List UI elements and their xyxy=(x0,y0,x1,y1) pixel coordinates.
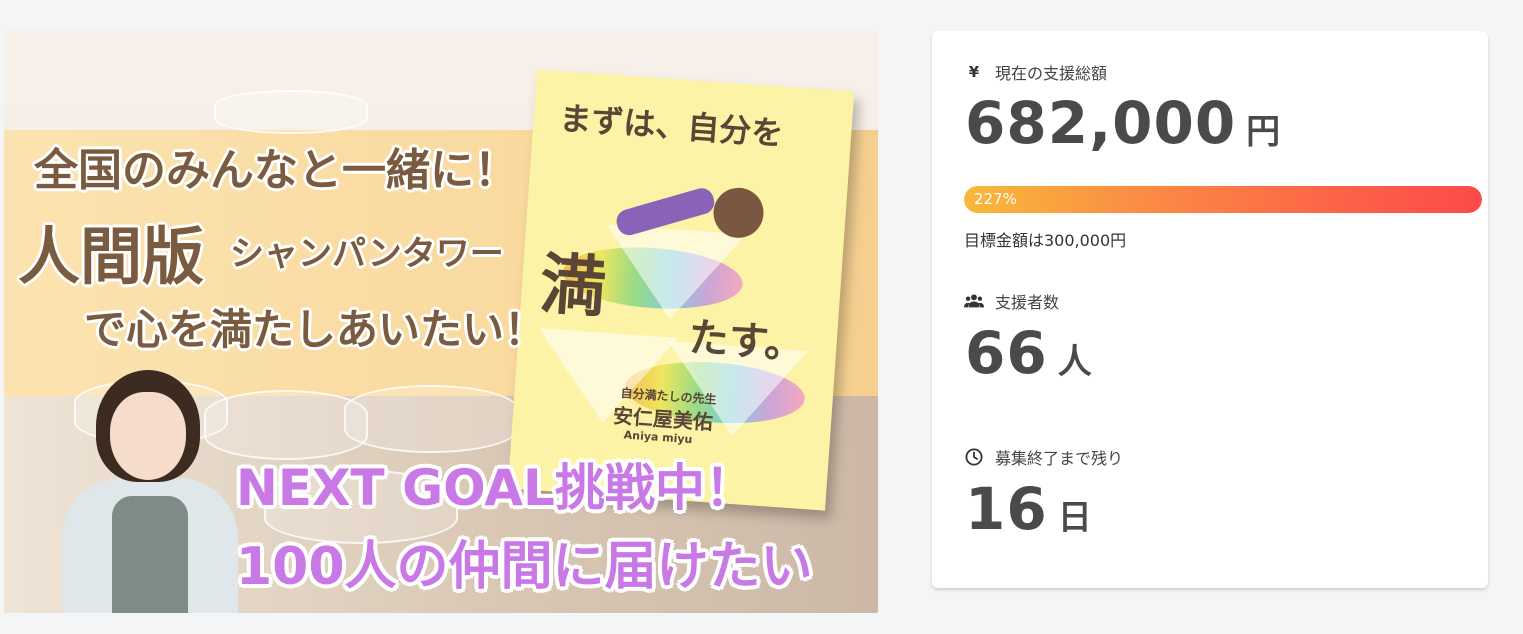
total-amount-unit: 円 xyxy=(1246,112,1281,152)
hero-headline-human: 人間版 xyxy=(18,220,205,293)
goal-amount-text: 目標金額は300,000円 xyxy=(964,231,1127,250)
supporters-label: 支援者数 xyxy=(995,293,1060,312)
hero-headline-line3: で心を満たしあいたい！ xyxy=(84,305,547,354)
total-amount-label-row: ¥ 現在の支援総額 xyxy=(964,60,1107,84)
remaining-days: 16 日 xyxy=(965,475,1092,543)
users-icon xyxy=(964,291,984,311)
clock-icon xyxy=(964,447,984,467)
hero-headline-line1: 全国のみんなと一緒に！ xyxy=(34,145,518,196)
host-face xyxy=(110,392,186,480)
book-title-big: 満 xyxy=(537,245,609,327)
remaining-label-row: 募集終了まで残り xyxy=(964,445,1123,469)
supporters-label-row: 支援者数 xyxy=(964,289,1059,313)
book-title-top: まずは、自分を xyxy=(558,99,785,153)
funding-progress-percent: 227% xyxy=(974,190,1017,208)
hero-headline-tower: シャンパンタワー xyxy=(230,234,504,274)
total-amount: 682,000 円 xyxy=(965,89,1280,157)
remaining-value: 16 xyxy=(965,475,1048,543)
total-amount-label: 現在の支援総額 xyxy=(995,64,1108,83)
funding-stats-card: ¥ 現在の支援総額 682,000 円 227% 目標金額は300,000円 支… xyxy=(932,31,1488,588)
supporters-value: 66 xyxy=(965,319,1048,387)
book-illustration-girl xyxy=(711,186,766,240)
project-hero-image: まずは、自分を 満 たす。 自分満たしの先生 安仁屋美佑 Aniya miyu … xyxy=(4,30,878,613)
yen-icon: ¥ xyxy=(968,63,980,81)
champagne-glass xyxy=(344,385,518,453)
supporters-count: 66 人 xyxy=(965,319,1092,387)
next-goal-line1: NEXT GOAL挑戦中！ xyxy=(236,459,755,517)
book-title-end: たす。 xyxy=(687,314,807,369)
champagne-glass xyxy=(214,90,368,134)
host-dress xyxy=(112,496,188,613)
funding-progress-fill xyxy=(964,186,1482,213)
funding-progress-bar: 227% xyxy=(964,186,1482,213)
host-photo xyxy=(44,370,254,613)
supporters-unit: 人 xyxy=(1057,342,1092,382)
remaining-label: 募集終了まで残り xyxy=(995,449,1124,468)
remaining-unit: 日 xyxy=(1057,498,1092,538)
next-goal-line2: 100人の仲間に届けたい xyxy=(236,537,813,597)
book-cover: まずは、自分を 満 たす。 自分満たしの先生 安仁屋美佑 Aniya miyu xyxy=(507,69,855,511)
total-amount-value: 682,000 xyxy=(965,89,1237,157)
